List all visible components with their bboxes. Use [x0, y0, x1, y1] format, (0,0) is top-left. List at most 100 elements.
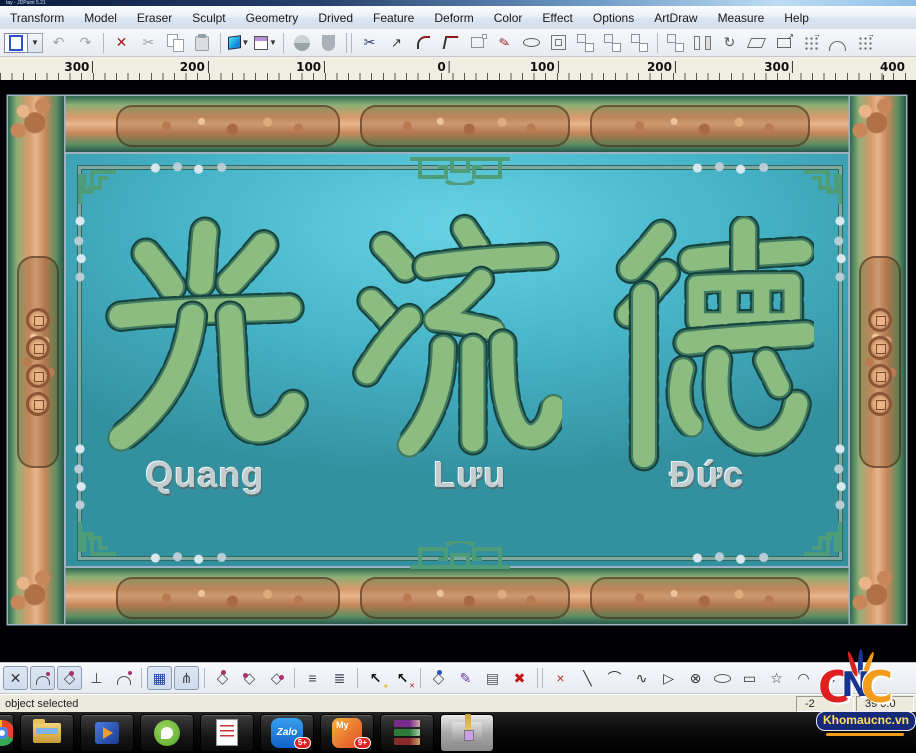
- taskbar-winrar[interactable]: [380, 714, 434, 752]
- coin-ornament: [868, 392, 892, 416]
- chevron-down-icon[interactable]: ▼: [242, 38, 250, 47]
- rotate-icon[interactable]: ↻: [717, 31, 742, 55]
- chevron-down-icon[interactable]: ▼: [269, 38, 277, 47]
- offset-contour-icon[interactable]: [546, 31, 571, 55]
- copy-icon[interactable]: [163, 31, 188, 55]
- circle-tool-icon[interactable]: ⊗: [683, 666, 708, 690]
- menu-geometry[interactable]: Geometry: [236, 9, 309, 27]
- chevron-down-icon[interactable]: ▼: [28, 33, 43, 53]
- extend-curve-icon[interactable]: [384, 31, 409, 55]
- arc-fit-icon[interactable]: [30, 666, 55, 690]
- menu-artdraw[interactable]: ArtDraw: [644, 9, 707, 27]
- mirror-icon[interactable]: [690, 31, 715, 55]
- array-partial-icon[interactable]: [852, 31, 877, 55]
- menu-measure[interactable]: Measure: [708, 9, 775, 27]
- trim-curve-icon[interactable]: ✂: [357, 31, 382, 55]
- style-selector[interactable]: ▼: [4, 33, 43, 53]
- carved-character-德[interactable]: [596, 216, 814, 474]
- copy-points-icon[interactable]: [627, 31, 652, 55]
- surface-mode-icon[interactable]: ▼: [226, 31, 251, 55]
- taskbar-zalo[interactable]: Zalo5+: [260, 714, 314, 752]
- axis-origin-icon[interactable]: ⊥: [84, 666, 109, 690]
- taskbar-mybk[interactable]: My9+: [320, 714, 374, 752]
- node-snap-icon[interactable]: [57, 666, 82, 690]
- menu-drived[interactable]: Drived: [308, 9, 363, 27]
- ruler-label-7: 400: [880, 60, 905, 81]
- fillet-icon[interactable]: [411, 31, 436, 55]
- menu-help[interactable]: Help: [774, 9, 819, 27]
- ellipse-tool-icon[interactable]: [710, 666, 735, 690]
- shear-icon[interactable]: [744, 31, 769, 55]
- star-tool-icon[interactable]: ☆: [764, 666, 789, 690]
- object-list-icon[interactable]: ▤: [480, 666, 505, 690]
- line-tool-icon[interactable]: ╲: [575, 666, 600, 690]
- dome-tool-icon[interactable]: ◠: [791, 666, 816, 690]
- rect-tool-icon[interactable]: ▭: [737, 666, 762, 690]
- deselect-icon[interactable]: ✕: [390, 666, 415, 690]
- panel-name-đức[interactable]: Đức: [669, 454, 744, 496]
- chamfer-icon[interactable]: [438, 31, 463, 55]
- taskbar-chrome[interactable]: [0, 714, 14, 752]
- panel-name-quang[interactable]: Quang: [146, 454, 265, 496]
- menu-color[interactable]: Color: [484, 9, 533, 27]
- cut-icon[interactable]: ✂: [136, 31, 161, 55]
- frame-corner-scroll-br: [846, 564, 910, 628]
- frame-corner-scroll-bl: [4, 564, 68, 628]
- copy-offset-icon[interactable]: [600, 31, 625, 55]
- undo-icon[interactable]: ↶: [46, 31, 71, 55]
- taskbar-media-player[interactable]: [80, 714, 134, 752]
- align-stack-icon[interactable]: ≡: [300, 666, 325, 690]
- copy-object-icon[interactable]: [573, 31, 598, 55]
- panel-name-lưu[interactable]: Lưu: [433, 454, 506, 496]
- relief-dome-icon[interactable]: [316, 31, 341, 55]
- delete-object-icon[interactable]: ✖: [507, 666, 532, 690]
- node-edit-icon[interactable]: ✕: [3, 666, 28, 690]
- taskbar-notepad[interactable]: [200, 714, 254, 752]
- align-top-icon[interactable]: ≣: [327, 666, 352, 690]
- coin-ornament: [26, 336, 50, 360]
- relief-sphere-icon[interactable]: [289, 31, 314, 55]
- tangent-snap-icon[interactable]: [111, 666, 136, 690]
- carved-panel-artwork[interactable]: Quang Lưu Đức: [8, 96, 906, 624]
- frame-corner-scroll-tr: [846, 92, 910, 156]
- menu-effect[interactable]: Effect: [532, 9, 582, 27]
- wireframe-mode-icon[interactable]: ▼: [253, 31, 278, 55]
- move-copy-icon[interactable]: [663, 31, 688, 55]
- watermark-site-text: Khomaucnc.vn: [823, 713, 909, 727]
- scale-icon[interactable]: [771, 31, 796, 55]
- ellipse-offset-icon[interactable]: [519, 31, 544, 55]
- menu-eraser[interactable]: Eraser: [127, 9, 182, 27]
- delete-icon[interactable]: ✕: [109, 31, 134, 55]
- menu-sculpt[interactable]: Sculpt: [182, 9, 235, 27]
- close-curve-icon[interactable]: [465, 31, 490, 55]
- menu-transform[interactable]: Transform: [0, 9, 74, 27]
- menu-options[interactable]: Options: [583, 9, 644, 27]
- carved-character-流[interactable]: [350, 212, 562, 470]
- pick-object-icon[interactable]: [426, 666, 451, 690]
- taskbar-jdpaint[interactable]: [440, 714, 494, 752]
- edit-node-icon[interactable]: ✎: [453, 666, 478, 690]
- menu-model[interactable]: Model: [74, 9, 127, 27]
- polygon-tool-icon[interactable]: ▷: [656, 666, 681, 690]
- sketch-icon[interactable]: [492, 31, 517, 55]
- menu-deform[interactable]: Deform: [424, 9, 483, 27]
- menu-feature[interactable]: Feature: [363, 9, 424, 27]
- grid-array-icon[interactable]: [798, 31, 823, 55]
- redo-icon[interactable]: ↷: [73, 31, 98, 55]
- axis-3d-icon[interactable]: ⋔: [174, 666, 199, 690]
- arc-array-icon[interactable]: [825, 31, 850, 55]
- carved-character-光[interactable]: [100, 216, 310, 471]
- snap-center-icon[interactable]: [264, 666, 289, 690]
- paste-icon[interactable]: [190, 31, 215, 55]
- taskbar-explorer[interactable]: [20, 714, 74, 752]
- spline-tool-icon[interactable]: ∿: [629, 666, 654, 690]
- point-tool-icon[interactable]: ×: [548, 666, 573, 690]
- pick-node-icon[interactable]: ●: [363, 666, 388, 690]
- snap-mid-icon[interactable]: [210, 666, 235, 690]
- snap-corner-icon[interactable]: [237, 666, 262, 690]
- taskbar-coccoc[interactable]: [140, 714, 194, 752]
- canvas-viewport[interactable]: Quang Lưu Đức: [0, 80, 916, 662]
- arc-tool-icon[interactable]: ⌒: [602, 666, 627, 690]
- coin-ornament: [26, 392, 50, 416]
- grid-snap-icon[interactable]: ▦: [147, 666, 172, 690]
